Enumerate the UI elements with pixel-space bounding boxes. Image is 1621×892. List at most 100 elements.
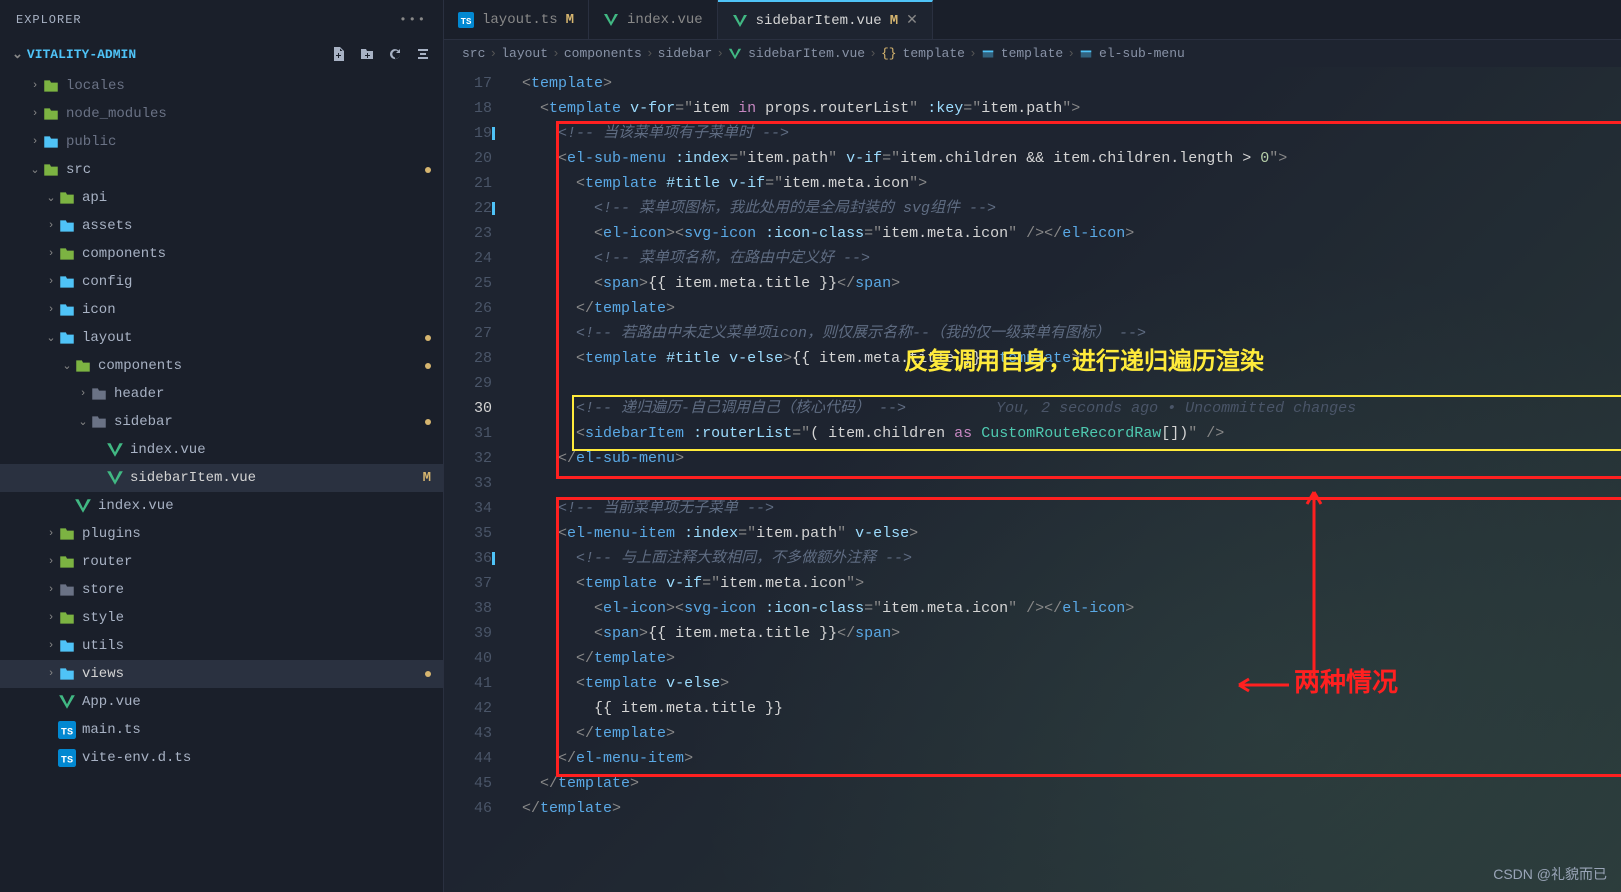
tree-item[interactable]: index.vue [0,492,443,520]
code-editor[interactable]: 1718192021222324252627282930313233343536… [444,67,1621,892]
chevron-icon[interactable]: › [76,388,90,400]
chevron-icon[interactable]: › [44,304,58,316]
tree-item[interactable]: index.vue [0,436,443,464]
code-line[interactable]: <!-- 递归遍历-自己调用自己（核心代码） --> You, 2 second… [504,396,1621,421]
chevron-icon[interactable]: › [44,220,58,232]
tree-item[interactable]: sidebarItem.vueM [0,464,443,492]
code-line[interactable]: <!-- 当该菜单项有子菜单时 --> [504,121,1621,146]
breadcrumb-item[interactable]: components [564,46,642,61]
tree-item[interactable]: TSvite-env.d.ts [0,744,443,772]
code-line[interactable]: <template v-for="item in props.routerLis… [504,96,1621,121]
tree-item[interactable]: ⌄components [0,352,443,380]
code-line[interactable]: <el-icon><svg-icon :icon-class="item.met… [504,221,1621,246]
breadcrumb-item[interactable]: template [981,46,1063,61]
code-line[interactable]: <span>{{ item.meta.title }}</span> [504,271,1621,296]
code-line[interactable]: </template> [504,771,1621,796]
tree-item[interactable]: ›node_modules [0,100,443,128]
code-line[interactable] [504,471,1621,496]
chevron-icon[interactable]: › [44,668,58,680]
modified-badge: M [423,470,431,486]
tree-item[interactable]: ›utils [0,632,443,660]
project-header[interactable]: ⌄VITALITY-ADMIN [0,40,443,68]
chevron-icon[interactable]: › [44,276,58,288]
tree-item[interactable]: ›views [0,660,443,688]
tree-item[interactable]: ›router [0,548,443,576]
code-line[interactable]: </el-sub-menu> [504,446,1621,471]
editor-tab[interactable]: sidebarItem.vueM✕ [718,0,933,39]
tree-item[interactable]: ›store [0,576,443,604]
tree-item[interactable]: ›components [0,240,443,268]
tree-item[interactable]: › locales [0,72,443,100]
chevron-icon[interactable]: ⌄ [76,415,90,429]
tree-item[interactable]: TSmain.ts [0,716,443,744]
chevron-icon[interactable]: › [44,248,58,260]
code-line[interactable]: <template v-else> [504,671,1621,696]
chevron-icon[interactable]: ⌄ [44,331,58,345]
tree-item[interactable]: ›style [0,604,443,632]
code-line[interactable]: </template> [504,796,1621,821]
line-number: 19 [444,121,492,146]
modified-dot [425,167,431,173]
chevron-icon[interactable]: ⌄ [28,163,42,177]
chevron-icon[interactable]: › [44,584,58,596]
code-content[interactable]: <template> <template v-for="item in prop… [504,67,1621,892]
tree-item[interactable]: ›config [0,268,443,296]
chevron-icon[interactable]: › [28,108,42,120]
editor-tab[interactable]: index.vue [589,0,718,39]
collapse-icon[interactable] [415,46,431,62]
code-line[interactable]: <!-- 与上面注释大致相同，不多做额外注释 --> [504,546,1621,571]
code-line[interactable]: <el-sub-menu :index="item.path" v-if="it… [504,146,1621,171]
tree-item[interactable]: ›assets [0,212,443,240]
chevron-icon[interactable]: › [44,640,58,652]
code-line[interactable]: <!-- 若路由中未定义菜单项icon，则仅展示名称--（我的仅一级菜单有图标）… [504,321,1621,346]
code-line[interactable]: <el-menu-item :index="item.path" v-else> [504,521,1621,546]
code-line[interactable]: <!-- 当前菜单项无子菜单 --> [504,496,1621,521]
tree-item[interactable]: ⌄layout [0,324,443,352]
close-icon[interactable]: ✕ [906,12,918,29]
code-line[interactable]: <!-- 菜单项名称，在路由中定义好 --> [504,246,1621,271]
tree-item[interactable]: ⌄api [0,184,443,212]
code-line[interactable]: <span>{{ item.meta.title }}</span> [504,621,1621,646]
tree-item[interactable]: ›plugins [0,520,443,548]
code-line[interactable]: <sidebarItem :routerList="( item.childre… [504,421,1621,446]
tree-item[interactable]: ⌄src [0,156,443,184]
code-line[interactable]: </template> [504,646,1621,671]
chevron-icon[interactable]: ⌄ [44,191,58,205]
chevron-icon[interactable]: › [28,136,42,148]
file-icon [74,357,92,375]
chevron-icon[interactable]: ⌄ [60,359,74,373]
code-line[interactable]: {{ item.meta.title }} [504,696,1621,721]
code-line[interactable]: <el-icon><svg-icon :icon-class="item.met… [504,596,1621,621]
code-line[interactable]: <template #title v-if="item.meta.icon"> [504,171,1621,196]
chevron-icon[interactable]: › [44,612,58,624]
explorer-menu-icon[interactable]: ••• [399,13,427,27]
tree-item[interactable]: ›icon [0,296,443,324]
tree-label: locales [66,78,431,94]
breadcrumb-item[interactable]: el-sub-menu [1079,46,1185,61]
tree-item[interactable]: App.vue [0,688,443,716]
breadcrumb-item[interactable]: src [462,46,485,61]
explorer-sidebar: EXPLORER ••• ⌄VITALITY-ADMIN ›locales›no… [0,0,444,892]
breadcrumb[interactable]: src›layout›components›sidebar›sidebarIte… [444,40,1621,67]
breadcrumb-item[interactable]: layout [501,46,548,61]
refresh-icon[interactable] [387,46,403,62]
new-folder-icon[interactable] [359,46,375,62]
code-line[interactable]: <template v-if="item.meta.icon"> [504,571,1621,596]
breadcrumb-item[interactable]: sidebar [658,46,713,61]
breadcrumb-item[interactable]: sidebarItem.vue [728,46,865,61]
code-line[interactable]: </el-menu-item> [504,746,1621,771]
tree-item[interactable]: ⌄sidebar [0,408,443,436]
code-line[interactable]: <template> [504,71,1621,96]
code-line[interactable]: </template> [504,296,1621,321]
tree-item[interactable]: ›public [0,128,443,156]
breadcrumb-item[interactable]: {}template [881,46,965,61]
code-line[interactable]: </template> [504,721,1621,746]
chevron-icon[interactable]: › [44,528,58,540]
chevron-icon[interactable]: › [44,556,58,568]
editor-tab[interactable]: TSlayout.tsM [444,0,589,39]
code-line[interactable]: <!-- 菜单项图标，我此处用的是全局封装的 svg组件 --> [504,196,1621,221]
chevron-icon[interactable]: › [28,80,42,92]
tree-item[interactable]: ›header [0,380,443,408]
new-file-icon[interactable] [331,46,347,62]
line-number: 38 [444,596,492,621]
